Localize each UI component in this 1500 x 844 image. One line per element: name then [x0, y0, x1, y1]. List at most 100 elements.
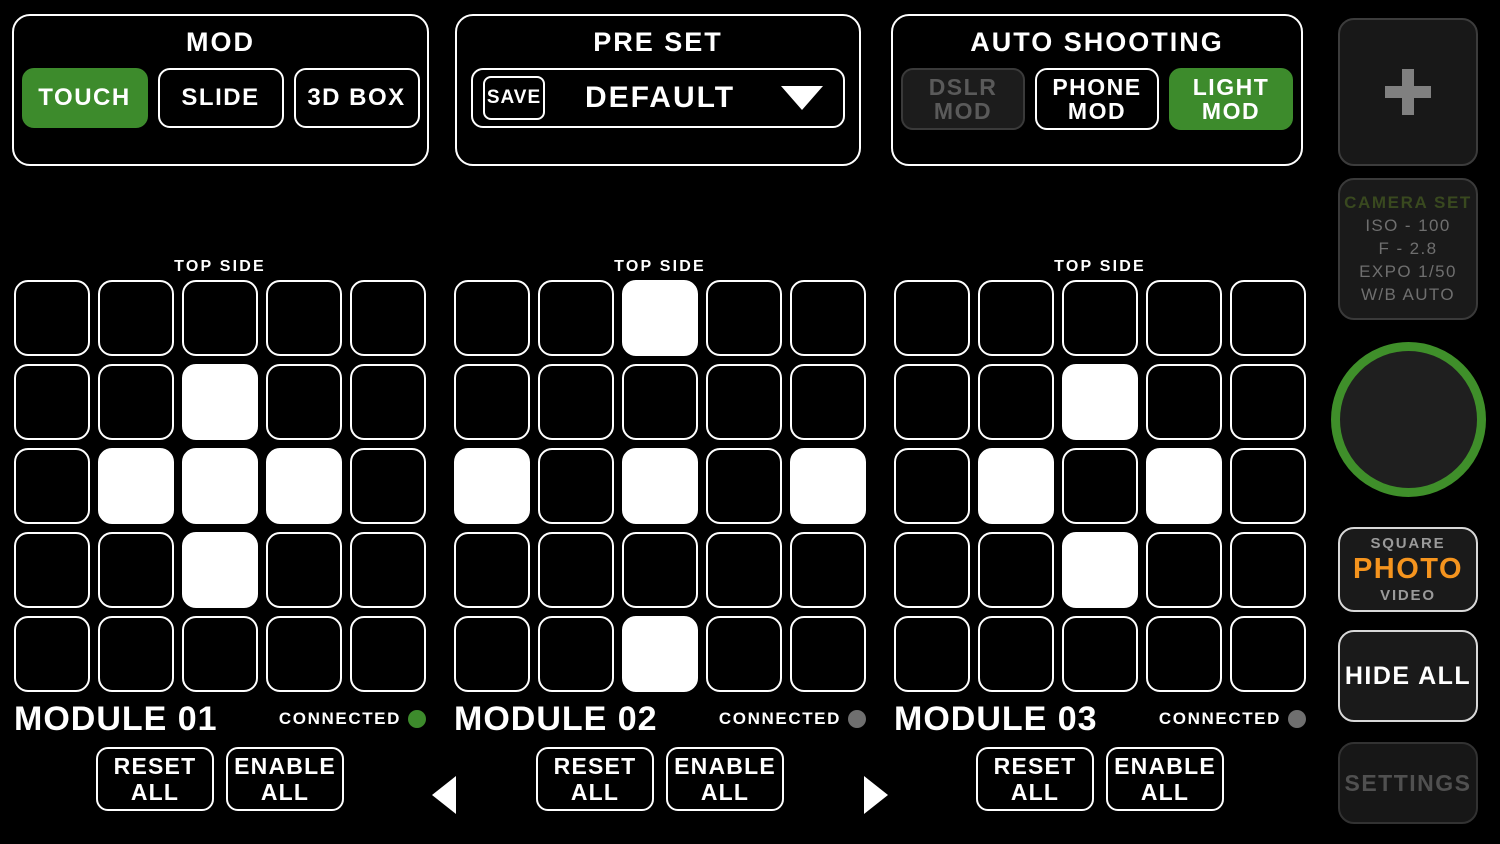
led-cell[interactable]	[706, 532, 782, 608]
led-cell[interactable]	[1230, 616, 1306, 692]
led-cell[interactable]	[706, 616, 782, 692]
led-cell[interactable]	[98, 364, 174, 440]
led-cell[interactable]	[1062, 616, 1138, 692]
capture-mode-video[interactable]: VIDEO	[1380, 587, 1436, 604]
led-cell[interactable]	[14, 364, 90, 440]
led-cell[interactable]	[182, 616, 258, 692]
settings-button[interactable]: SETTINGS	[1338, 742, 1478, 824]
chevron-down-icon[interactable]	[781, 86, 823, 110]
add-module-button[interactable]	[1338, 18, 1478, 166]
led-cell[interactable]	[182, 448, 258, 524]
enable-all-button[interactable]: ENABLE ALL	[226, 747, 344, 811]
led-cell[interactable]	[98, 448, 174, 524]
led-cell[interactable]	[538, 532, 614, 608]
mod-option-3dbox[interactable]: 3D BOX	[293, 68, 420, 128]
led-cell[interactable]	[1062, 448, 1138, 524]
enable-all-button[interactable]: ENABLE ALL	[666, 747, 784, 811]
auto-option-phone-mod[interactable]: PHONE MOD	[1035, 68, 1159, 130]
led-cell[interactable]	[1146, 280, 1222, 356]
led-cell[interactable]	[978, 364, 1054, 440]
led-cell[interactable]	[1230, 364, 1306, 440]
led-cell[interactable]	[182, 280, 258, 356]
led-cell[interactable]	[350, 616, 426, 692]
led-cell[interactable]	[350, 448, 426, 524]
led-cell[interactable]	[790, 280, 866, 356]
led-cell[interactable]	[706, 448, 782, 524]
led-grid[interactable]	[454, 280, 866, 692]
mod-option-touch[interactable]: TOUCH	[21, 68, 148, 128]
led-cell[interactable]	[894, 448, 970, 524]
led-cell[interactable]	[266, 448, 342, 524]
led-cell[interactable]	[538, 448, 614, 524]
led-cell[interactable]	[894, 280, 970, 356]
led-cell[interactable]	[978, 280, 1054, 356]
led-cell[interactable]	[182, 532, 258, 608]
led-cell[interactable]	[706, 364, 782, 440]
camera-settings-readout[interactable]: CAMERA SET ISO - 100 F - 2.8 EXPO 1/50 W…	[1338, 178, 1478, 320]
led-cell[interactable]	[98, 616, 174, 692]
led-cell[interactable]	[894, 532, 970, 608]
led-cell[interactable]	[790, 532, 866, 608]
led-cell[interactable]	[538, 280, 614, 356]
led-cell[interactable]	[350, 532, 426, 608]
led-cell[interactable]	[1062, 532, 1138, 608]
led-cell[interactable]	[894, 616, 970, 692]
hide-all-button[interactable]: HIDE ALL	[1338, 630, 1478, 722]
capture-mode-photo[interactable]: PHOTO	[1353, 553, 1463, 586]
led-cell[interactable]	[622, 616, 698, 692]
led-grid[interactable]	[14, 280, 426, 692]
led-cell[interactable]	[182, 364, 258, 440]
led-cell[interactable]	[538, 364, 614, 440]
led-cell[interactable]	[98, 280, 174, 356]
auto-option-light-mod[interactable]: LIGHT MOD	[1169, 68, 1293, 130]
led-cell[interactable]	[266, 280, 342, 356]
reset-all-button[interactable]: RESET ALL	[976, 747, 1094, 811]
reset-all-button[interactable]: RESET ALL	[96, 747, 214, 811]
led-cell[interactable]	[1146, 532, 1222, 608]
led-cell[interactable]	[1230, 448, 1306, 524]
led-cell[interactable]	[14, 280, 90, 356]
triangle-right-icon[interactable]	[864, 776, 888, 814]
reset-all-button[interactable]: RESET ALL	[536, 747, 654, 811]
led-cell[interactable]	[978, 532, 1054, 608]
led-cell[interactable]	[266, 532, 342, 608]
led-cell[interactable]	[1062, 364, 1138, 440]
led-cell[interactable]	[622, 448, 698, 524]
led-cell[interactable]	[14, 616, 90, 692]
led-cell[interactable]	[622, 532, 698, 608]
capture-mode-selector[interactable]: SQUARE PHOTO VIDEO	[1338, 527, 1478, 612]
led-grid[interactable]	[894, 280, 1306, 692]
led-cell[interactable]	[790, 448, 866, 524]
led-cell[interactable]	[1062, 280, 1138, 356]
led-cell[interactable]	[538, 616, 614, 692]
enable-all-button[interactable]: ENABLE ALL	[1106, 747, 1224, 811]
led-cell[interactable]	[790, 616, 866, 692]
led-cell[interactable]	[894, 364, 970, 440]
led-cell[interactable]	[1146, 364, 1222, 440]
capture-mode-square[interactable]: SQUARE	[1371, 535, 1446, 552]
triangle-left-icon[interactable]	[432, 776, 456, 814]
led-cell[interactable]	[1146, 448, 1222, 524]
mod-option-slide[interactable]: SLIDE	[157, 68, 284, 128]
led-cell[interactable]	[454, 364, 530, 440]
led-cell[interactable]	[622, 364, 698, 440]
led-cell[interactable]	[14, 448, 90, 524]
led-cell[interactable]	[622, 280, 698, 356]
led-cell[interactable]	[1146, 616, 1222, 692]
led-cell[interactable]	[1230, 280, 1306, 356]
save-preset-button[interactable]: SAVE	[483, 76, 545, 120]
led-cell[interactable]	[266, 364, 342, 440]
led-cell[interactable]	[454, 448, 530, 524]
led-cell[interactable]	[98, 532, 174, 608]
led-cell[interactable]	[978, 448, 1054, 524]
shutter-button[interactable]	[1331, 342, 1486, 497]
led-cell[interactable]	[266, 616, 342, 692]
led-cell[interactable]	[1230, 532, 1306, 608]
led-cell[interactable]	[350, 280, 426, 356]
auto-option-dslr-mod[interactable]: DSLR MOD	[901, 68, 1025, 130]
led-cell[interactable]	[790, 364, 866, 440]
led-cell[interactable]	[454, 280, 530, 356]
led-cell[interactable]	[706, 280, 782, 356]
preset-selector-bar[interactable]: SAVE DEFAULT	[471, 68, 845, 128]
led-cell[interactable]	[14, 532, 90, 608]
